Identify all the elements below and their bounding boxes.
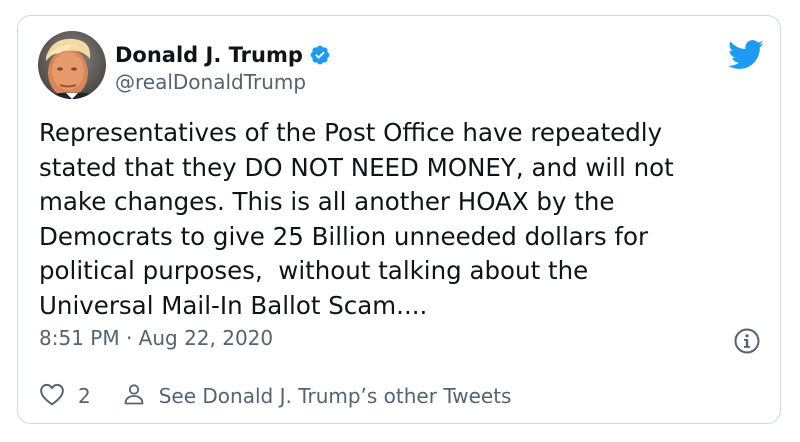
person-icon [122,382,146,411]
see-other-tweets-label[interactable]: See Donald J. Trump’s other Tweets [159,384,512,408]
tweet-card[interactable]: Donald J. Trump @realDonaldTrump Represe… [17,15,781,424]
author-display-name[interactable]: Donald J. Trump [115,43,303,67]
tweet-text: Representatives of the Post Office have … [39,118,674,320]
tweet-actions: 2 See Donald J. Trump’s other Tweets [39,381,511,411]
avatar[interactable] [38,31,106,99]
tweet-timestamp[interactable]: 8:51 PM · Aug 22, 2020 [39,326,273,350]
twitter-bird-icon[interactable] [728,40,764,70]
author-handle[interactable]: @realDonaldTrump [115,70,306,94]
like-count: 2 [78,384,91,408]
avatar-image [38,31,106,99]
heart-icon [39,382,65,411]
author-name-row[interactable]: Donald J. Trump [115,40,331,70]
see-other-tweets-link[interactable]: See Donald J. Trump’s other Tweets [122,382,512,411]
like-button[interactable]: 2 [39,382,122,411]
info-icon[interactable] [733,327,761,355]
verified-badge-icon [309,44,331,66]
